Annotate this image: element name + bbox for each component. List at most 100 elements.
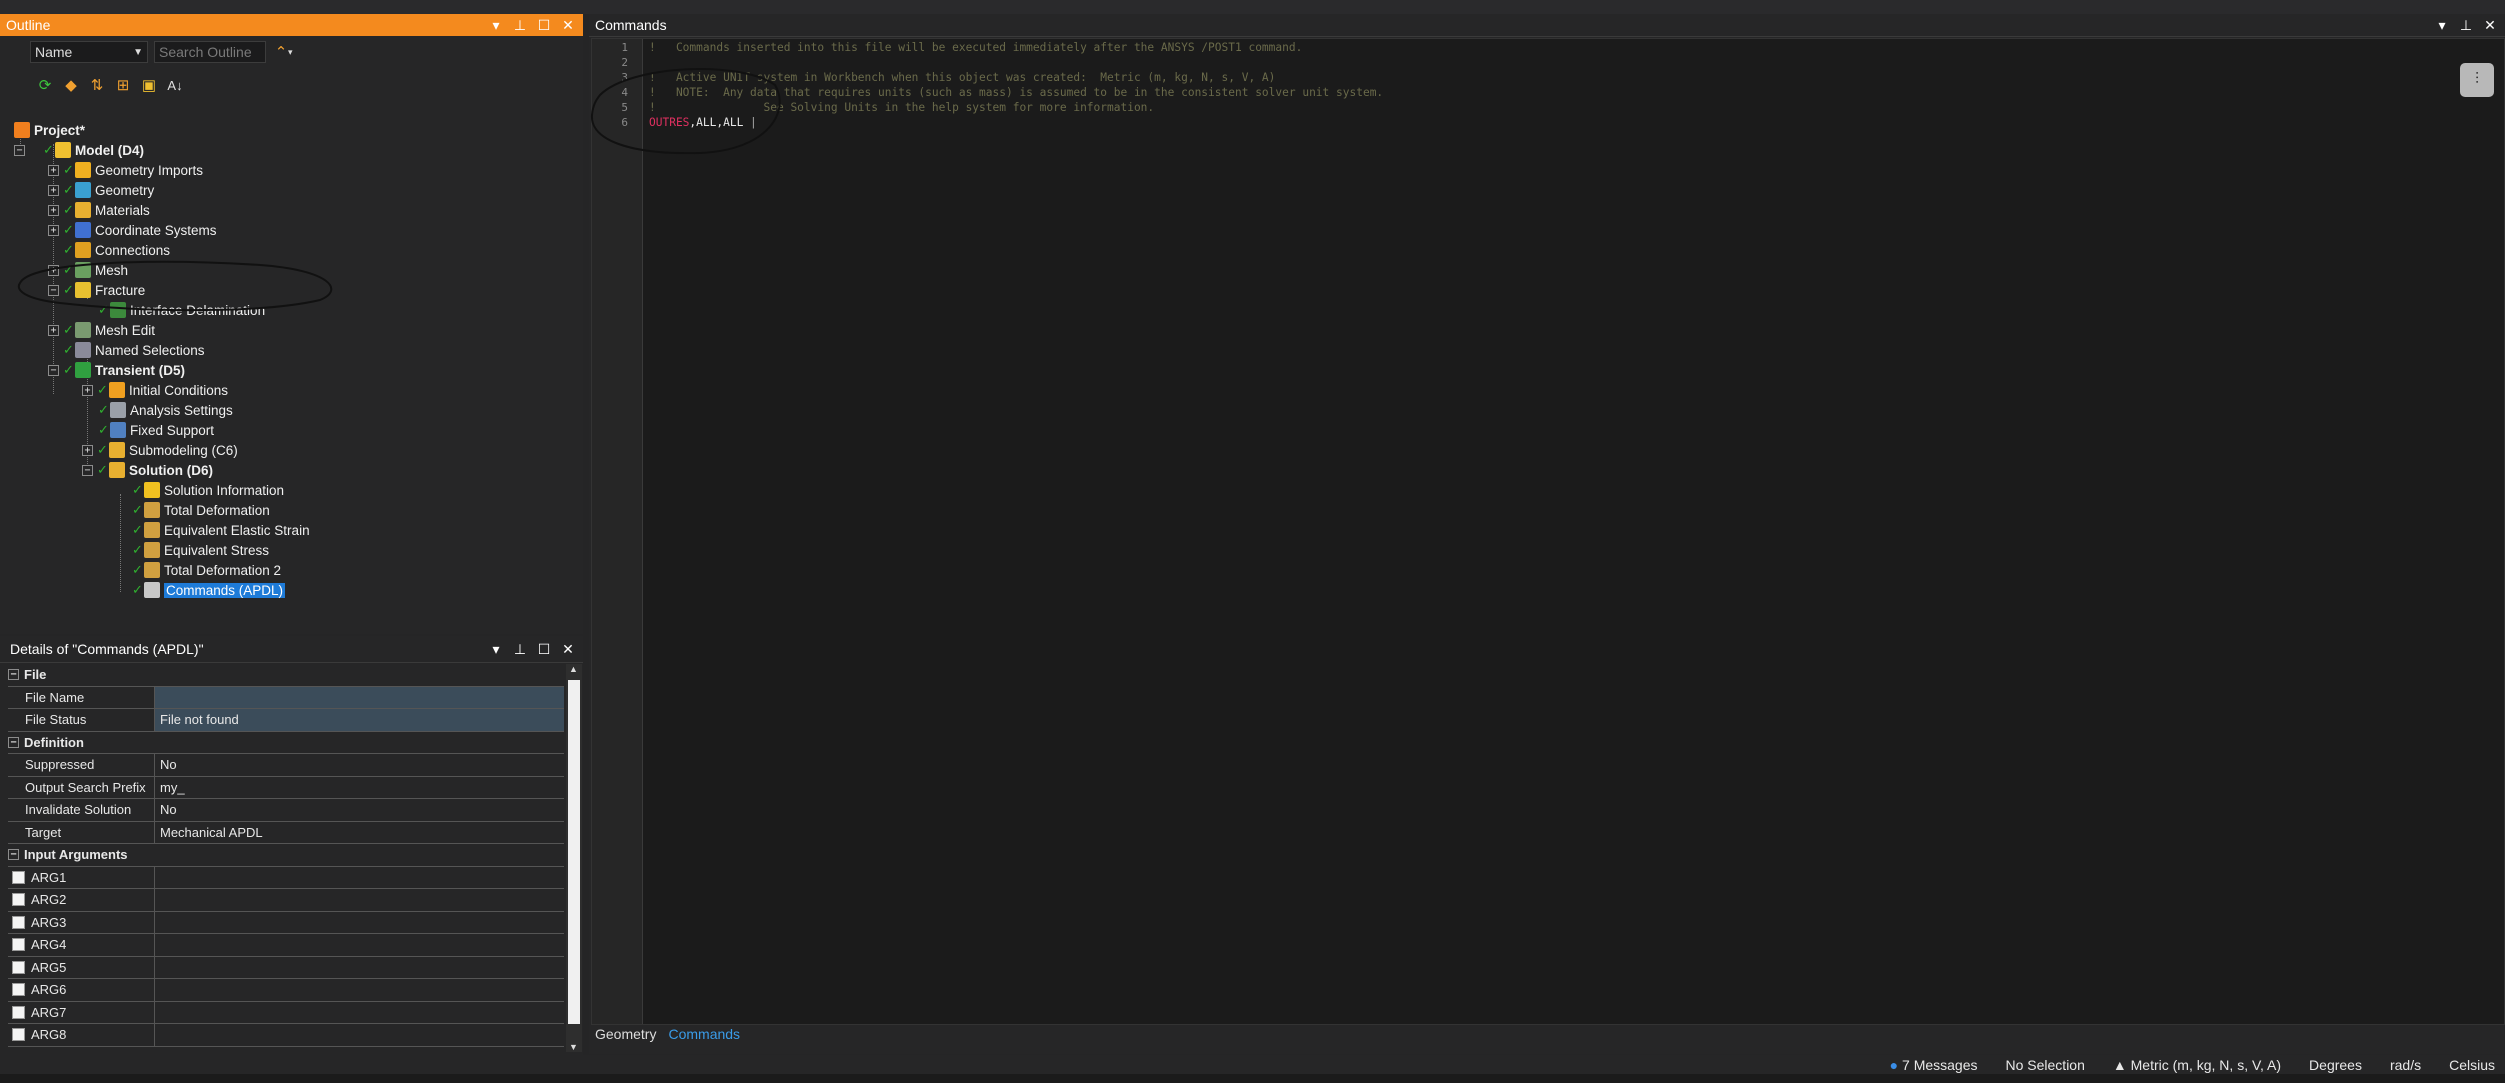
code-editor[interactable]: 1 2 3 4 5 6 ! Commands inserted into thi…	[591, 38, 2505, 1025]
section-file[interactable]: − File	[8, 664, 564, 687]
tree-node-geometry-imports[interactable]: + ✓ Geometry Imports	[48, 160, 203, 180]
arg-checkbox[interactable]	[12, 960, 25, 974]
alphabetic-sort-icon[interactable]: A↓	[166, 76, 184, 94]
collapse-icon[interactable]: −	[14, 144, 25, 156]
arg-value-field[interactable]	[155, 912, 564, 934]
tree-node-project[interactable]: Project*	[14, 120, 85, 140]
maximize-icon[interactable]: ☐	[537, 641, 551, 658]
arg-value-field[interactable]	[155, 957, 564, 979]
unit-system-selector[interactable]: ▲ Metric (m, kg, N, s, V, A)	[2113, 1057, 2281, 1073]
expand-tree-icon[interactable]: ⊞	[114, 76, 132, 94]
target-field[interactable]: Mechanical APDL	[155, 822, 564, 844]
row-arg[interactable]: ARG8	[8, 1024, 564, 1047]
scroll-down-icon[interactable]: ▼	[569, 1042, 578, 1052]
tab-geometry[interactable]: Geometry	[595, 1026, 656, 1048]
tree-node-named-selections[interactable]: ✓ Named Selections	[63, 340, 205, 360]
tree-node-solution[interactable]: − ✓ Solution (D6)	[82, 460, 213, 480]
expand-icon[interactable]: +	[48, 164, 59, 176]
arg-checkbox[interactable]	[12, 938, 25, 952]
collapse-icon[interactable]: −	[82, 464, 93, 476]
tree-node-coordinate-systems[interactable]: + ✓ Coordinate Systems	[48, 220, 217, 240]
row-arg[interactable]: ARG6	[8, 979, 564, 1002]
tree-node-commands-apdl[interactable]: ✓ Commands (APDL)	[132, 580, 286, 600]
arg-value-field[interactable]	[155, 1002, 564, 1024]
invalidate-field[interactable]: No	[155, 799, 564, 821]
tree-node-equivalent-stress[interactable]: ✓ Equivalent Stress	[132, 540, 269, 560]
tree-node-transient[interactable]: − ✓ Transient (D5)	[48, 360, 185, 380]
tree-node-model[interactable]: − ✓ Model (D4)	[14, 140, 144, 160]
tree-node-equivalent-elastic-strain[interactable]: ✓ Equivalent Elastic Strain	[132, 520, 310, 540]
dropdown-icon[interactable]: ▾	[489, 17, 503, 34]
tree-node-materials[interactable]: + ✓ Materials	[48, 200, 150, 220]
name-filter-combo[interactable]: Name ▼	[30, 41, 148, 63]
row-arg[interactable]: ARG1	[8, 866, 564, 889]
row-arg[interactable]: ARG7	[8, 1001, 564, 1024]
search-options-icon[interactable]: ▾	[288, 47, 293, 58]
section-input-arguments[interactable]: − Input Arguments	[8, 844, 564, 867]
rotation-unit[interactable]: rad/s	[2390, 1057, 2421, 1073]
temperature-unit[interactable]: Celsius	[2449, 1057, 2495, 1073]
arg-checkbox[interactable]	[12, 983, 25, 997]
collapse-icon[interactable]: −	[8, 669, 19, 681]
arg-checkbox[interactable]	[12, 1005, 25, 1019]
suppressed-field[interactable]: No	[155, 754, 564, 776]
arg-checkbox[interactable]	[12, 915, 25, 929]
arg-checkbox[interactable]	[12, 1028, 25, 1042]
expand-icon[interactable]: +	[82, 444, 93, 456]
angle-unit[interactable]: Degrees	[2309, 1057, 2362, 1073]
refresh-icon[interactable]: ⟳	[36, 76, 54, 94]
tree-node-submodeling[interactable]: + ✓ Submodeling (C6)	[82, 440, 238, 460]
pin-icon[interactable]: ⊥	[2459, 17, 2473, 34]
expand-icon[interactable]: +	[48, 324, 59, 336]
arg-value-field[interactable]	[155, 979, 564, 1001]
tree-node-fracture[interactable]: − ✓ Fracture	[48, 280, 145, 300]
tree-node-total-deformation[interactable]: ✓ Total Deformation	[132, 500, 270, 520]
row-file-status[interactable]: File Status File not found	[8, 709, 564, 732]
collapse-icon[interactable]: −	[8, 849, 19, 861]
pin-icon[interactable]: ⊥	[513, 641, 527, 658]
tree-node-analysis-settings[interactable]: ✓ Analysis Settings	[98, 400, 233, 420]
expand-icon[interactable]: +	[48, 264, 59, 276]
tree-node-mesh-edit[interactable]: + ✓ Mesh Edit	[48, 320, 155, 340]
details-scrollbar[interactable]: ▲ ▼	[566, 664, 582, 1052]
tab-commands[interactable]: Commands	[668, 1026, 740, 1048]
arg-value-field[interactable]	[155, 867, 564, 889]
dropdown-icon[interactable]: ▾	[489, 641, 503, 658]
row-target[interactable]: Target Mechanical APDL	[8, 821, 564, 844]
row-output-search-prefix[interactable]: Output Search Prefix my_	[8, 776, 564, 799]
tree-node-geometry[interactable]: + ✓ Geometry	[48, 180, 154, 200]
close-icon[interactable]: ✕	[561, 641, 575, 658]
expand-icon[interactable]: +	[48, 204, 59, 216]
arg-checkbox[interactable]	[12, 893, 25, 907]
tree-node-solution-information[interactable]: ✓ Solution Information	[132, 480, 284, 500]
tree-node-mesh[interactable]: + ✓ Mesh	[48, 260, 128, 280]
scrollbar-thumb[interactable]	[568, 680, 580, 1024]
expand-icon[interactable]: +	[82, 384, 93, 396]
row-arg[interactable]: ARG5	[8, 956, 564, 979]
row-arg[interactable]: ARG2	[8, 889, 564, 912]
eraser-icon[interactable]: ◆	[62, 76, 80, 94]
row-suppressed[interactable]: Suppressed No	[8, 754, 564, 777]
tree-node-total-deformation-2[interactable]: ✓ Total Deformation 2	[132, 560, 281, 580]
maximize-icon[interactable]: ☐	[537, 17, 551, 34]
arg-value-field[interactable]	[155, 889, 564, 911]
folder-icon[interactable]: ▣	[140, 76, 158, 94]
arg-value-field[interactable]	[155, 1024, 564, 1046]
search-outline-input[interactable]: Search Outline	[154, 41, 266, 63]
editor-settings-button[interactable]: ⫶	[2460, 63, 2494, 97]
row-file-name[interactable]: File Name	[8, 686, 564, 709]
close-icon[interactable]: ✕	[561, 17, 575, 34]
arg-value-field[interactable]	[155, 934, 564, 956]
file-name-field[interactable]	[155, 686, 564, 708]
scroll-up-icon[interactable]: ▲	[569, 664, 578, 674]
collapse-icon[interactable]: −	[48, 284, 59, 296]
expand-icon[interactable]: +	[48, 224, 59, 236]
tree-node-connections[interactable]: ✓ Connections	[63, 240, 170, 260]
dropdown-icon[interactable]: ▾	[2435, 17, 2449, 34]
collapse-icon[interactable]: −	[8, 736, 19, 748]
tree-node-fixed-support[interactable]: ✓ Fixed Support	[98, 420, 214, 440]
section-definition[interactable]: − Definition	[8, 732, 564, 754]
output-prefix-field[interactable]: my_	[155, 777, 564, 799]
close-icon[interactable]: ✕	[2483, 17, 2497, 34]
tree-node-initial-conditions[interactable]: + ✓ Initial Conditions	[82, 380, 228, 400]
